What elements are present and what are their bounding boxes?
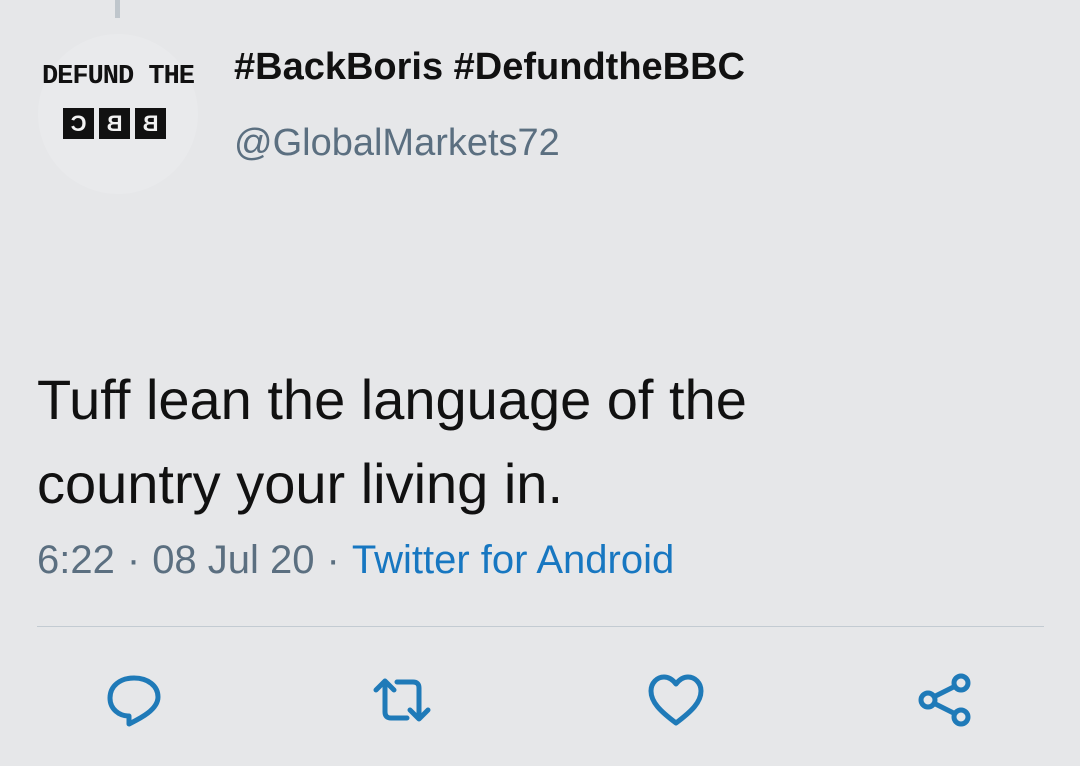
reply-button[interactable] [104, 670, 164, 730]
tweet-time: 6:22 [37, 538, 115, 582]
divider [37, 626, 1044, 627]
tweet-meta: 6:22 · 08 Jul 20 · Twitter for Android [37, 538, 674, 583]
tweet-text-line: country your living in. [37, 452, 564, 515]
meta-separator: · [126, 538, 141, 582]
retweet-button[interactable] [372, 670, 432, 730]
tweet-date: 08 Jul 20 [152, 538, 315, 582]
tweet-source-link[interactable]: Twitter for Android [352, 538, 674, 582]
share-icon [918, 673, 971, 727]
meta-separator: · [326, 538, 340, 582]
avatar-letter-boxes: C B B [63, 108, 166, 139]
heart-icon [648, 674, 704, 726]
display-name[interactable]: #BackBoris #DefundtheBBC [234, 46, 745, 89]
like-button[interactable] [646, 670, 706, 730]
user-handle[interactable]: @GlobalMarkets72 [234, 122, 560, 165]
avatar-letter-b: B [99, 108, 130, 139]
avatar-letter-c: C [63, 108, 94, 139]
avatar-letter-b: B [135, 108, 166, 139]
reply-icon [107, 675, 161, 727]
tweet-text-line: Tuff lean the language of the [37, 368, 747, 431]
avatar-text: DEFUND THE [41, 62, 195, 92]
retweet-icon [373, 678, 431, 722]
avatar[interactable]: DEFUND THE C B B [38, 34, 198, 194]
thread-line [115, 0, 120, 18]
tweet-text: Tuff lean the language of the country yo… [37, 358, 1037, 526]
share-button[interactable] [915, 670, 975, 730]
